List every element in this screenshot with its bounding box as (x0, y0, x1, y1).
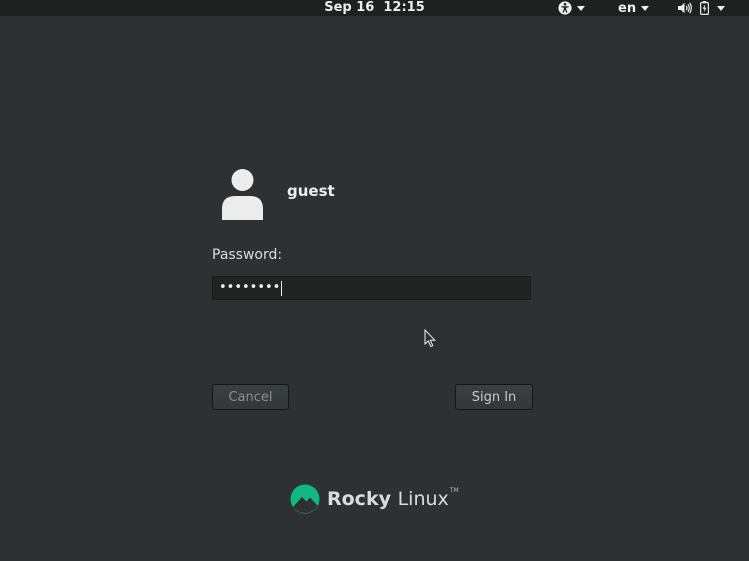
volume-icon (678, 2, 692, 14)
chevron-down-icon (717, 5, 725, 11)
rocky-linux-logo: Rocky Linux TM (290, 484, 459, 514)
language-menu[interactable]: en (618, 0, 650, 16)
trademark-mark: TM (449, 487, 459, 494)
mouse-pointer-icon (424, 329, 436, 348)
sign-in-button[interactable]: Sign In (455, 384, 533, 410)
logo-word-rocky: Rocky (327, 488, 391, 510)
password-field[interactable]: •••••••• (212, 276, 531, 300)
password-label: Password: (212, 247, 283, 263)
text-caret (281, 280, 283, 296)
logo-word-linux: Linux (397, 488, 449, 510)
logo-text: Rocky Linux (327, 488, 449, 510)
cancel-button[interactable]: Cancel (212, 384, 289, 410)
language-label: en (618, 0, 637, 16)
user-avatar-icon (222, 169, 263, 220)
chevron-down-icon (641, 5, 650, 11)
rocky-logo-icon (290, 484, 320, 514)
password-value: •••••••• (219, 280, 281, 295)
clock-date: Sep 16 (324, 0, 375, 15)
system-menu[interactable] (678, 0, 725, 16)
top-bar: Sep 16 12:15 en (0, 0, 749, 16)
battery-icon (700, 1, 709, 15)
clock-time: 12:15 (383, 0, 425, 15)
chevron-down-icon (577, 5, 585, 11)
username: guest (287, 182, 335, 200)
accessibility-icon (558, 1, 572, 15)
accessibility-menu[interactable] (558, 0, 585, 16)
